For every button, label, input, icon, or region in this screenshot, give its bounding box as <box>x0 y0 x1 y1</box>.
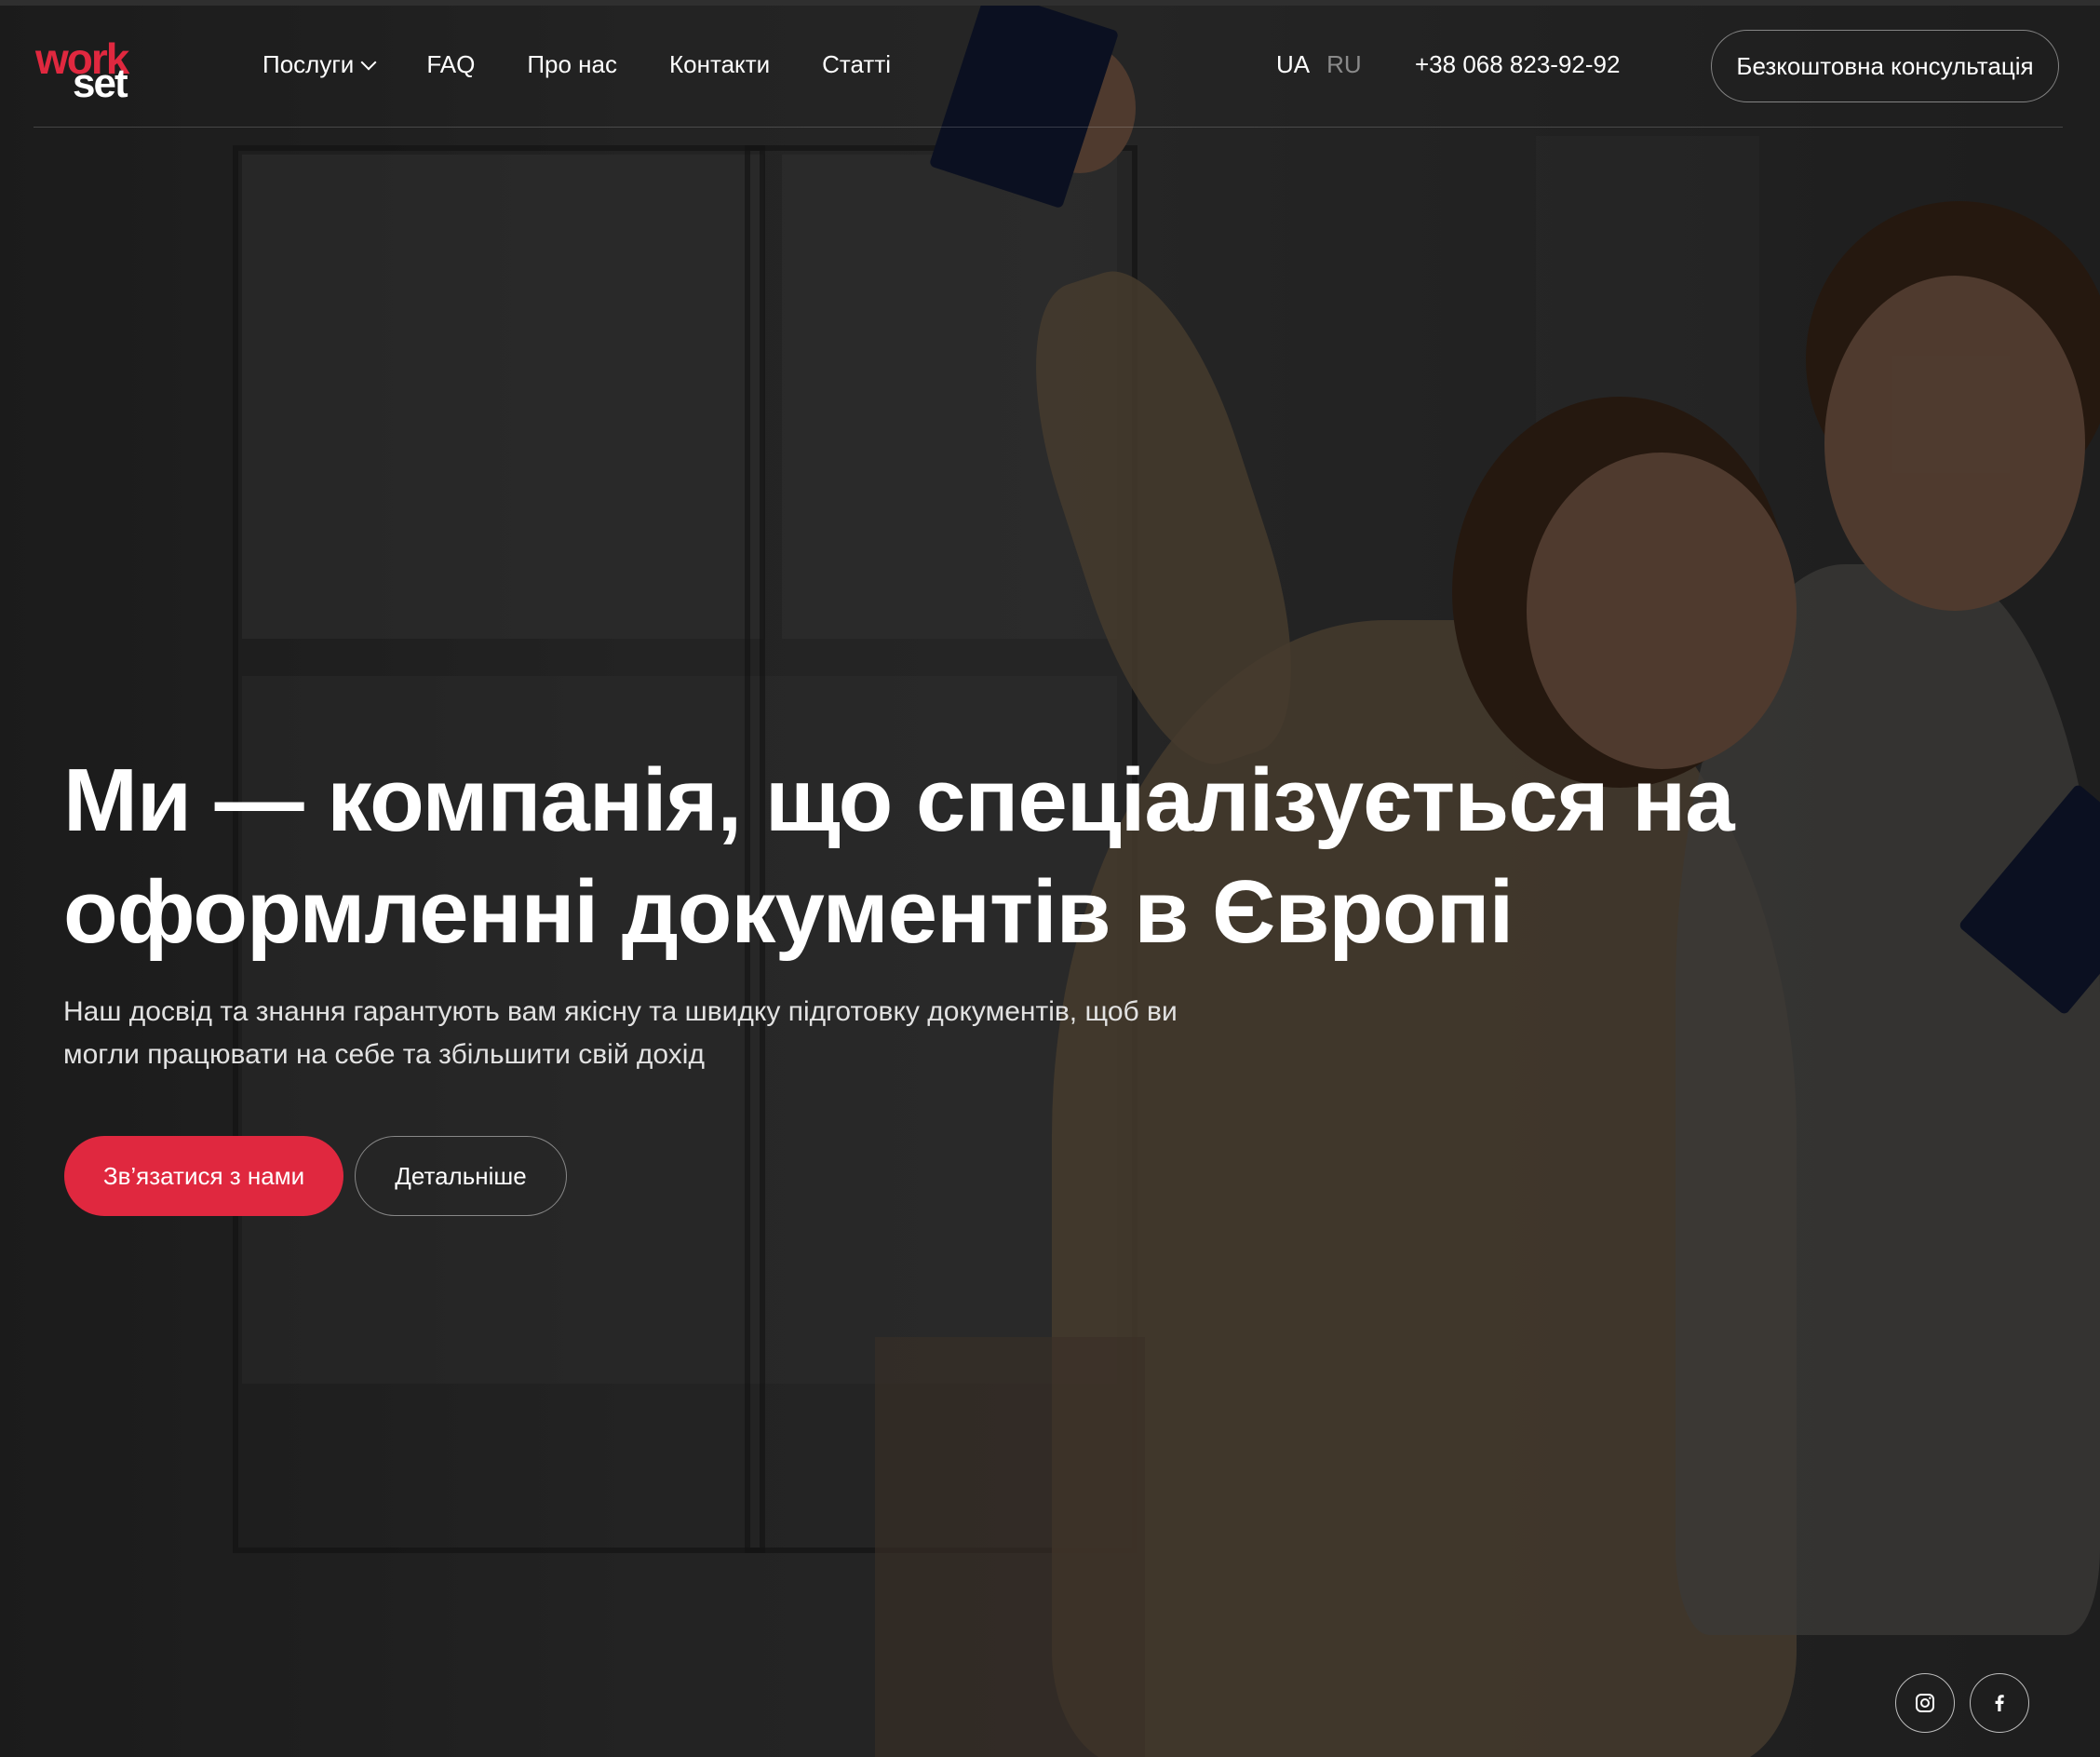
free-consultation-button[interactable]: Безкоштовна консультація <box>1711 30 2059 102</box>
facebook-icon <box>1995 1695 2004 1711</box>
nav-item-articles[interactable]: Статті <box>822 50 891 79</box>
nav-item-services[interactable]: Послуги <box>262 50 377 79</box>
contact-us-button[interactable]: Зв’язатися з нами <box>64 1136 343 1216</box>
hero-subtitle-line-1: Наш досвід та знання гарантують вам якіс… <box>63 996 1178 1027</box>
details-label: Детальніше <box>395 1161 527 1190</box>
free-consultation-label: Безкоштовна консультація <box>1736 51 2034 80</box>
hero-subtitle: Наш досвід та знання гарантують вам якіс… <box>63 991 1311 1076</box>
contact-us-label: Зв’язатися з нами <box>102 1161 305 1190</box>
logo[interactable]: work set <box>35 37 147 106</box>
hero-subtitle-line-2: могли працювати на себе та збільшити сві… <box>63 1039 705 1070</box>
instagram-button[interactable] <box>1895 1673 1955 1733</box>
language-switcher: UA RU <box>1276 50 1362 79</box>
logo-set-text: set <box>73 61 128 106</box>
hero-title-line-2: оформленні документів в Європі <box>63 862 1514 962</box>
facebook-button[interactable] <box>1970 1673 2029 1733</box>
hero-title-line-1: Ми — компанія, що спеціалізується на <box>63 750 1735 850</box>
chevron-down-icon <box>360 54 377 70</box>
nav-item-about-label: Про нас <box>527 50 617 78</box>
nav-item-services-label: Послуги <box>262 50 355 78</box>
nav-item-articles-label: Статті <box>822 50 892 78</box>
nav-item-contacts-label: Контакти <box>669 50 771 78</box>
nav-item-about[interactable]: Про нас <box>527 50 617 79</box>
language-ua[interactable]: UA <box>1276 50 1310 79</box>
nav-item-faq-label: FAQ <box>426 50 476 78</box>
nav-item-contacts[interactable]: Контакти <box>669 50 770 79</box>
phone-link[interactable]: +38 068 823-92-92 <box>1415 50 1620 79</box>
instagram-icon <box>1916 1694 1934 1712</box>
details-button[interactable]: Детальніше <box>355 1136 567 1216</box>
site-header: work set Послуги FAQ Про нас Контакти Ст… <box>34 6 2063 128</box>
nav-item-faq[interactable]: FAQ <box>426 50 475 79</box>
language-ru[interactable]: RU <box>1326 50 1362 79</box>
main-nav: Послуги FAQ Про нас Контакти Статті <box>262 50 891 79</box>
hero-title: Ми — компанія, що спеціалізується на офо… <box>63 745 1739 968</box>
